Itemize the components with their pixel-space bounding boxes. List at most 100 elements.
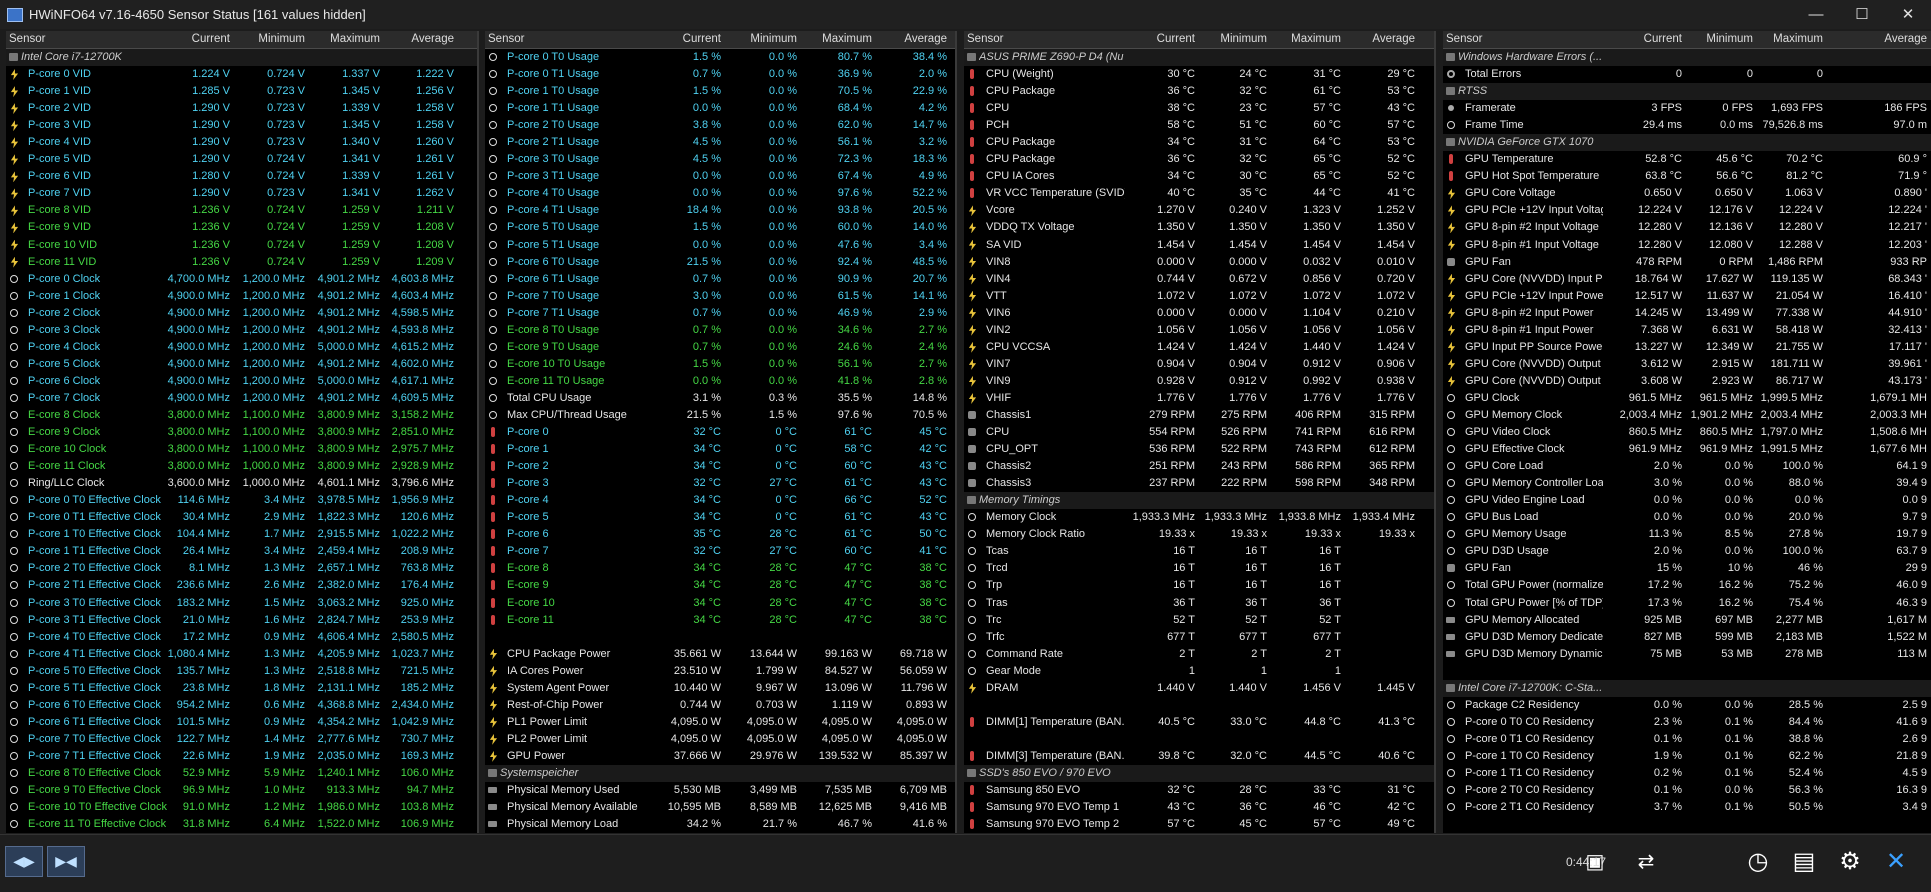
sensor-row[interactable]: GPU Video Clock 860.5 MHz 860.5 MHz 1,797.0… [1443,424,1931,441]
sensor-row[interactable]: Total GPU Power [% of TDP] 17.3 % 16.2 % 75… [1443,595,1931,612]
sensor-row[interactable]: P-core 0 T1 Effective Clock 30.4 MHz 2.9 M… [6,509,477,526]
sensor-row[interactable]: E-core 8 34 °C 28 °C 47 °C 38 °C [485,560,955,577]
column-header-value[interactable]: Maximum [1755,33,1823,45]
sensor-row[interactable]: GPU Fan 15 % 10 % 46 % 29 9 [1443,560,1931,577]
sensor-row[interactable]: E-core 10 T0 Usage 1.5 % 0.0 % 56.1 % 2.7 % [485,356,955,373]
column-header-sensor[interactable]: Sensor [9,33,45,45]
sensor-row[interactable]: VIN7 0.904 V 0.904 V 0.912 V 0.906 V [964,356,1434,373]
sensor-row[interactable]: P-core 0 T1 C0 Residency 0.1 % 0.1 % 38.8 %… [1443,731,1931,748]
column-header-value[interactable]: Maximum [804,33,872,45]
sensor-row[interactable]: Framerate 3 FPS 0 FPS 1,693 FPS 186 FPS [1443,100,1931,117]
sensor-row[interactable]: GPU Clock 961.5 MHz 961.5 MHz 1,999.5 MHz 1,… [1443,390,1931,407]
column-header[interactable]: Sensor Current Minimum Maximum Average [485,31,955,49]
sensor-row[interactable]: Tcas 16 T 16 T 16 T [964,543,1434,560]
sensor-row[interactable]: GPU PCIe +12V Input Power 12.517 W 11.637 … [1443,288,1931,305]
sensor-row[interactable]: Package C2 Residency 0.0 % 0.0 % 28.5 % 2.5 … [1443,697,1931,714]
sensor-row[interactable]: Ring/LLC Clock 3,600.0 MHz 1,000.0 MHz 4,60… [6,475,477,492]
sensor-row[interactable]: GPU Effective Clock 961.9 MHz 961.9 MHz 1,9… [1443,441,1931,458]
column-header-value[interactable]: Current [1127,33,1195,45]
sensor-row[interactable]: Physical Memory Available 10,595 MB 8,589 … [485,799,955,816]
sensor-row[interactable]: GPU 8-pin #2 Input Voltage 12.280 V 12.136… [1443,219,1931,236]
sensor-row[interactable]: CPU Package 36 °C 32 °C 61 °C 53 °C [964,83,1434,100]
sensor-panel[interactable]: Sensor Current Minimum Maximum Average P-core… [485,31,955,833]
sensor-row[interactable]: P-core 6 T0 Effective Clock 954.2 MHz 0.6 … [6,697,477,714]
sensor-row[interactable]: P-core 5 Clock 4,900.0 MHz 1,200.0 MHz 4,90… [6,356,477,373]
sensor-row[interactable]: Chassis2 251 RPM 243 RPM 586 RPM 365 RPM [964,458,1434,475]
sensor-row[interactable]: CPU 554 RPM 526 RPM 741 RPM 616 RPM [964,424,1434,441]
sensor-row[interactable]: GPU Core Load 2.0 % 0.0 % 100.0 % 64.1 9 [1443,458,1931,475]
column-header-value[interactable]: Current [653,33,721,45]
sensor-row[interactable]: Samsung 970 EVO Temp 2 57 °C 45 °C 57 °C 49 … [964,816,1434,833]
sensor-row[interactable]: P-core 3 T1 Usage 0.0 % 0.0 % 67.4 % 4.9 % [485,168,955,185]
sensor-group-header[interactable]: SSD's 850 EVO / 970 EVO [964,764,1434,783]
sensor-row[interactable]: VIN9 0.928 V 0.912 V 0.992 V 0.938 V [964,373,1434,390]
sensor-row[interactable]: GPU 8-pin #1 Input Power 7.368 W 6.631 W 58… [1443,322,1931,339]
sensor-row[interactable]: P-core 1 T1 Usage 0.0 % 0.0 % 68.4 % 4.2 % [485,100,955,117]
sensor-row[interactable]: PL2 Power Limit 4,095.0 W 4,095.0 W 4,095.0… [485,731,955,748]
sensor-panel[interactable]: Sensor Current Minimum Maximum Average Window… [1443,31,1931,833]
sensor-row[interactable]: GPU PCIe +12V Input Voltage 12.224 V 12.17… [1443,202,1931,219]
column-header[interactable]: Sensor Current Minimum Maximum Average [1443,31,1931,49]
sensor-row[interactable]: P-core 3 VID 1.290 V 0.723 V 1.345 V 1.258 V [6,117,477,134]
sensor-row[interactable]: Memory Clock 1,933.3 MHz 1,933.3 MHz 1,933.… [964,509,1434,526]
sensor-row[interactable]: P-core 4 VID 1.290 V 0.723 V 1.340 V 1.260 V [6,134,477,151]
sensor-row[interactable]: Total Errors 0 0 0 [1443,66,1931,83]
sensor-row[interactable]: P-core 5 T0 Usage 1.5 % 0.0 % 60.0 % 14.0 % [485,219,955,236]
column-header-value[interactable]: Minimum [1199,33,1267,45]
sensor-row[interactable]: E-core 10 Clock 3,800.0 MHz 1,100.0 MHz 3,8… [6,441,477,458]
sensor-group-header[interactable]: Systemspeicher [485,764,955,783]
sensor-row[interactable]: GPU Core Voltage 0.650 V 0.650 V 1.063 V 0.8… [1443,185,1931,202]
close-icon[interactable]: ✕ [1878,844,1914,880]
report-icon[interactable]: ▤ [1786,844,1822,880]
sensor-row[interactable]: E-core 9 T0 Effective Clock 96.9 MHz 1.0 M… [6,782,477,799]
sensor-row[interactable]: P-core 1 Clock 4,900.0 MHz 1,200.0 MHz 4,90… [6,288,477,305]
sensor-row[interactable]: GPU Temperature 52.8 °C 45.6 °C 70.2 °C 60.9… [1443,151,1931,168]
sensor-row[interactable]: E-core 9 34 °C 28 °C 47 °C 38 °C [485,577,955,594]
sensor-row[interactable]: P-core 7 T1 Effective Clock 22.6 MHz 1.9 M… [6,748,477,765]
column-header-value[interactable]: Average [1347,33,1415,45]
column-header-value[interactable]: Current [1614,33,1682,45]
sensor-row[interactable]: P-core 3 32 °C 27 °C 61 °C 43 °C [485,475,955,492]
column-header-value[interactable]: Average [386,33,454,45]
sensor-row[interactable]: Command Rate 2 T 2 T 2 T [964,646,1434,663]
navigate-left-button[interactable]: ◀▶ [5,846,43,877]
sensor-row[interactable]: GPU Memory Controller Load 3.0 % 0.0 % 88.0… [1443,475,1931,492]
sensor-group-header[interactable]: NVIDIA GeForce GTX 1070 [1443,134,1931,152]
sensor-row[interactable]: Total GPU Power (normalized... 17.2 % 16.2… [1443,577,1931,594]
sensor-row[interactable]: E-core 11 T0 Effective Clock 31.8 MHz 6.4 … [6,816,477,833]
sensor-row[interactable]: GPU D3D Usage 2.0 % 0.0 % 100.0 % 63.7 9 [1443,543,1931,560]
sensor-row[interactable]: E-core 10 T0 Effective Clock 91.0 MHz 1.2 … [6,799,477,816]
sensor-row[interactable]: GPU D3D Memory Dynamic 75 MB 53 MB 278 MB 11… [1443,646,1931,663]
sensor-row[interactable]: CPU Package 34 °C 31 °C 64 °C 53 °C [964,134,1434,151]
clock-icon[interactable]: ◷ [1740,844,1776,880]
sensor-row[interactable]: VTT 1.072 V 1.072 V 1.072 V 1.072 V [964,288,1434,305]
sensor-row[interactable]: P-core 1 T1 Effective Clock 26.4 MHz 3.4 M… [6,543,477,560]
column-header-value[interactable]: Average [879,33,947,45]
column-header-sensor[interactable]: Sensor [967,33,1003,45]
sensor-row[interactable]: DIMM[3] Temperature (BAN... 39.8 °C 32.0 °… [964,748,1434,765]
sensor-row[interactable]: P-core 6 Clock 4,900.0 MHz 1,200.0 MHz 5,00… [6,373,477,390]
sensor-row[interactable]: IA Cores Power 23.510 W 1.799 W 84.527 W 56.… [485,663,955,680]
sensor-row[interactable]: Physical Memory Used 5,530 MB 3,499 MB 7,53… [485,782,955,799]
sensor-row[interactable]: P-core 0 VID 1.224 V 0.724 V 1.337 V 1.222 V [6,66,477,83]
sensor-row[interactable]: P-core 6 T1 Usage 0.7 % 0.0 % 90.9 % 20.7 % [485,271,955,288]
sensor-row[interactable]: Rest-of-Chip Power 0.744 W 0.703 W 1.119 W 0… [485,697,955,714]
sensor-row[interactable]: E-core 8 T0 Effective Clock 52.9 MHz 5.9 M… [6,765,477,782]
sensor-row[interactable]: GPU Core (NVVDD) Output P... 3.608 W 2.923… [1443,373,1931,390]
network-icon[interactable]: ⇄ [1628,844,1664,880]
sensor-panel[interactable]: Sensor Current Minimum Maximum Average ASUS P… [964,31,1434,833]
sensor-row[interactable]: P-core 0 T1 Usage 0.7 % 0.0 % 36.9 % 2.0 % [485,66,955,83]
sensor-row[interactable]: P-core 4 T1 Usage 18.4 % 0.0 % 93.8 % 20.5 % [485,202,955,219]
sensor-row[interactable]: E-core 11 34 °C 28 °C 47 °C 38 °C [485,612,955,629]
sensor-row[interactable]: P-core 5 VID 1.290 V 0.724 V 1.341 V 1.261 V [6,151,477,168]
sensor-row[interactable]: Memory Clock Ratio 19.33 x 19.33 x 19.33 x 1… [964,526,1434,543]
column-header-value[interactable]: Maximum [312,33,380,45]
sensor-row[interactable]: P-core 1 T0 Effective Clock 104.4 MHz 1.7 … [6,526,477,543]
sensor-row[interactable]: P-core 2 VID 1.290 V 0.723 V 1.339 V 1.258 V [6,100,477,117]
sensor-group-header[interactable]: RTSS [1443,83,1931,101]
navigate-right-button[interactable]: ▶◀ [47,846,85,877]
sensor-row[interactable]: P-core 7 T0 Usage 3.0 % 0.0 % 61.5 % 14.1 % [485,288,955,305]
column-header-value[interactable]: Minimum [237,33,305,45]
sensor-row[interactable]: GPU Power 37.666 W 29.976 W 139.532 W 85.397… [485,748,955,765]
sensor-row[interactable]: Vcore 1.270 V 0.240 V 1.323 V 1.252 V [964,202,1434,219]
